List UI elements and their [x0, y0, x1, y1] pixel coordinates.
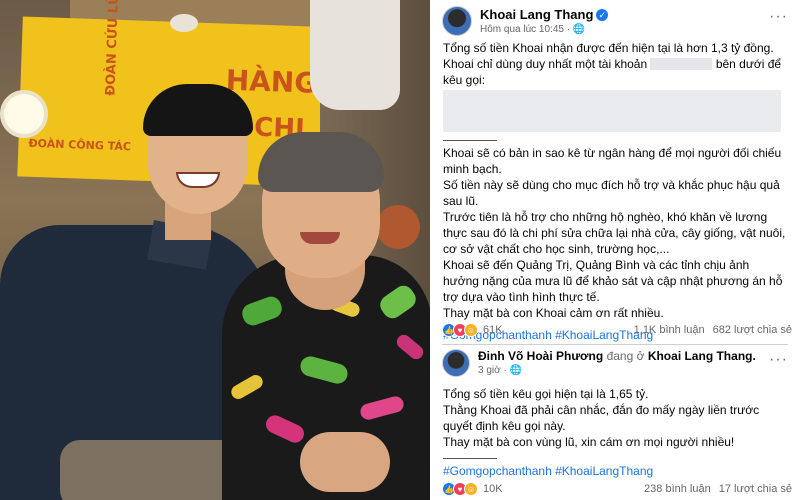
more-dots-icon[interactable]: ···: [769, 8, 788, 26]
redacted-account-number: [650, 58, 713, 70]
globe-icon: 🌐: [509, 365, 523, 376]
banner-text-2: HÀNG: [225, 63, 318, 100]
post-time[interactable]: Hôm qua lúc 10:45: [480, 24, 564, 35]
share-count[interactable]: 17 lượt chia sẻ: [719, 483, 792, 495]
post-paragraph: Số tiền này sẽ dùng cho mục đích hỗ trợ …: [443, 178, 780, 208]
ball: [376, 205, 420, 249]
comment-count[interactable]: 1,1K bình luận: [634, 324, 705, 336]
reaction-count[interactable]: 61K: [483, 324, 503, 336]
post-panel: Khoai Lang Thang ✓ Hôm qua lúc 10:45 · 🌐 …: [430, 0, 800, 500]
author-name[interactable]: Khoai Lang Thang: [480, 7, 593, 22]
more-dots-icon[interactable]: ···: [769, 351, 788, 369]
share-count[interactable]: 682 lượt chia sẻ: [713, 324, 792, 336]
lamp: [0, 90, 48, 138]
comment-paragraph: Tổng số tiền kêu gọi hiện tại là 1,65 tỷ…: [443, 387, 649, 401]
comment-reactions-bar: 👍 ♥ ☺ 10K 238 bình luận 17 lượt chia sẻ: [442, 477, 792, 500]
commenter-line: Đinh Võ Hoài Phương đang ở Khoai Lang Th…: [478, 349, 756, 363]
comment-meta: 3 giờ · 🌐: [478, 365, 523, 376]
woman-smile: [300, 232, 340, 244]
post-paragraph: Khoai sẽ có bản in sao kê từ ngân hàng đ…: [443, 146, 782, 176]
banner-text-1: ĐOÀN CỨU LŨ: [103, 0, 122, 97]
commenter-place[interactable]: Khoai Lang Thang.: [648, 349, 756, 363]
author-avatar[interactable]: [442, 6, 472, 36]
comment-time[interactable]: 3 giờ: [478, 365, 501, 376]
post-meta: Hôm qua lúc 10:45 · 🌐: [480, 24, 586, 35]
divider-line: [443, 140, 497, 141]
verified-badge-icon: ✓: [596, 9, 609, 21]
post-paragraph: Trước tiên là hỗ trợ cho những hộ nghèo,…: [443, 210, 786, 256]
section-divider: [442, 344, 788, 345]
account-text-before: Khoai chỉ dùng duy nhất một tài khoản: [443, 57, 648, 71]
comment-paragraph: Thay mặt bà con vùng lũ, xin cám ơn mọi …: [443, 435, 735, 449]
post-paragraph: Khoai sẽ đến Quảng Trị, Quảng Bình và cá…: [443, 258, 783, 304]
globe-icon: 🌐: [572, 24, 586, 35]
woman-hair: [258, 132, 384, 192]
comment-count[interactable]: 238 bình luận: [644, 483, 711, 495]
commenter-avatar[interactable]: [442, 349, 470, 377]
comment-header: Đinh Võ Hoài Phương đang ở Khoai Lang Th…: [442, 349, 756, 377]
wall-hole: [170, 14, 198, 32]
comment-paragraph: Thằng Khoai đã phải cân nhắc, đắn đo mấy…: [443, 403, 760, 433]
post-reactions-bar: 👍 ♥ ☺ 61K 1,1K bình luận 682 lượt chia s…: [442, 318, 792, 342]
haha-icon: ☺: [464, 323, 478, 337]
reaction-count[interactable]: 10K: [483, 483, 503, 495]
account-line: Khoai chỉ dùng duy nhất một tài khoản bê…: [443, 56, 788, 88]
post-photo[interactable]: ĐOÀN CỨU LŨ HÀNG CHI ĐOÀN CÔNG TÁC: [0, 0, 430, 500]
redacted-account-details: [443, 90, 781, 132]
author-line: Khoai Lang Thang ✓: [480, 7, 609, 22]
comment-body: Tổng số tiền kêu gọi hiện tại là 1,65 tỷ…: [443, 386, 788, 479]
woman-hands: [300, 432, 390, 492]
hanging-cloth: [310, 0, 400, 110]
banner-text-4: ĐOÀN CÔNG TÁC: [28, 136, 132, 154]
post-header: Khoai Lang Thang ✓ Hôm qua lúc 10:45 · 🌐: [442, 6, 609, 36]
commenter-at: đang ở: [606, 349, 645, 363]
haha-icon: ☺: [464, 482, 478, 496]
post-paragraph: Tổng số tiền Khoai nhận được đến hiện tạ…: [443, 41, 774, 55]
commenter-name[interactable]: Đinh Võ Hoài Phương: [478, 349, 603, 363]
post-body: Tổng số tiền Khoai nhận được đến hiện tạ…: [443, 40, 788, 343]
divider-line: [443, 458, 497, 459]
